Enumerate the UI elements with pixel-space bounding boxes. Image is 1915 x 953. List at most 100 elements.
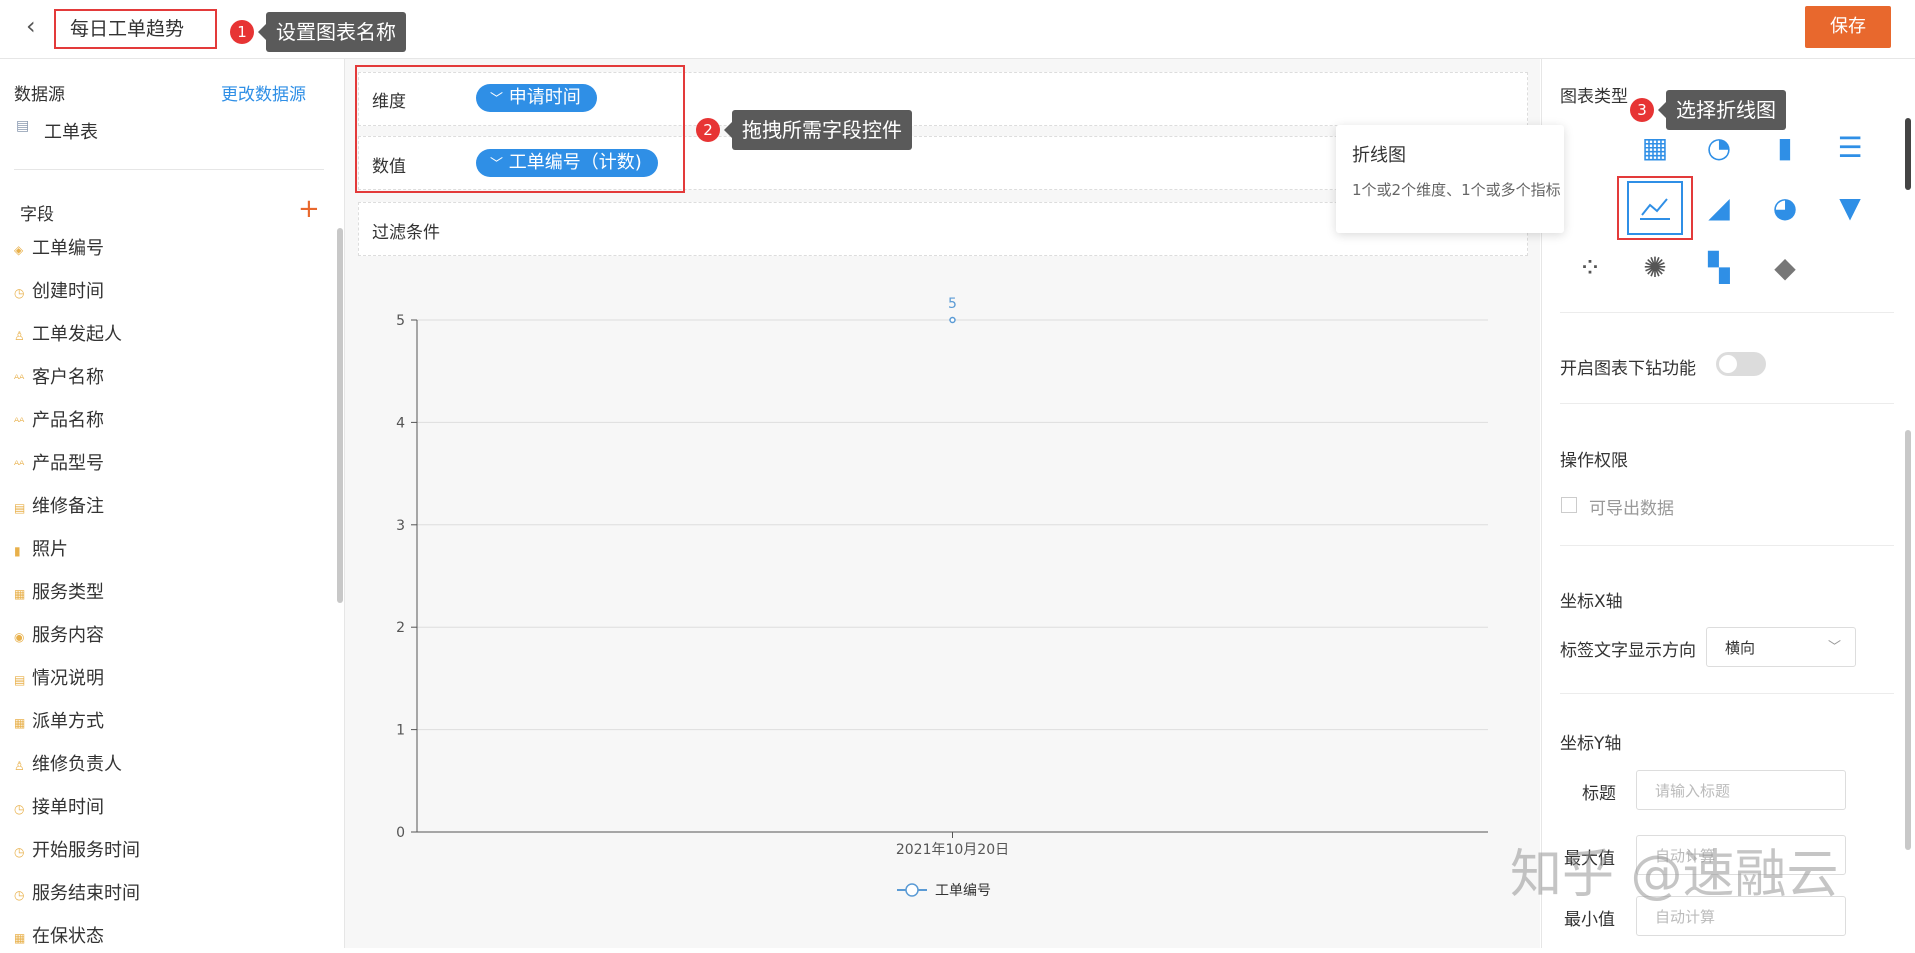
field-item[interactable]: ▦ 派单方式	[14, 707, 104, 737]
dimension-value: 申请时间	[508, 87, 581, 108]
chart-name-input[interactable]: 每日工单趋势	[54, 9, 217, 49]
field-label: 服务内容	[32, 625, 104, 646]
y-min-label: 最小值	[1564, 910, 1615, 930]
treemap-icon[interactable]: ▚	[1699, 248, 1739, 288]
step-badge-3: 3	[1630, 98, 1654, 122]
y-axis-ticks: 0 1 2 3 4 5	[396, 313, 417, 841]
change-datasource-link[interactable]: 更改数据源	[221, 80, 306, 105]
divider	[1560, 693, 1894, 694]
field-label: 创建时间	[32, 281, 104, 302]
y-tick-label: 3	[396, 518, 405, 534]
right-scrollbar[interactable]	[1905, 118, 1911, 190]
bar-chart-icon[interactable]: ▮	[1765, 128, 1805, 168]
line-chart: 0 1 2 3 4 5 2021年10月20日 5 工单编号	[396, 296, 1488, 899]
dimension-pill[interactable]: ﹀ 申请时间	[476, 84, 597, 112]
clock-icon: ◷	[14, 888, 25, 902]
field-item[interactable]: ▮ 照片	[14, 535, 68, 565]
field-item[interactable]: ▦ 服务类型	[14, 578, 104, 608]
chart-type-tooltip: 折线图 1个或2个维度、1个或多个指标	[1336, 125, 1564, 233]
export-checkbox[interactable]	[1561, 497, 1577, 513]
left-scrollbar[interactable]	[337, 228, 343, 603]
watermark: 知乎 @速融云	[1510, 845, 1839, 905]
legend-marker	[905, 883, 919, 897]
y-title-input[interactable]: 请输入标题	[1636, 770, 1846, 810]
y-tick-label: 4	[396, 415, 405, 431]
datasource-label: 数据源	[14, 85, 65, 105]
table-name[interactable]: 工单表	[44, 118, 98, 144]
field-item[interactable]: ᴬᴬ 产品型号	[14, 449, 104, 479]
divider	[14, 169, 324, 170]
measure-label: 数值	[372, 157, 406, 177]
field-item[interactable]: ▤ 维修备注	[14, 492, 104, 522]
field-item[interactable]: ▤ 情况说明	[14, 664, 104, 694]
measure-pill[interactable]: ﹀ 工单编号（计数)	[476, 149, 658, 177]
field-label: 维修负责人	[32, 754, 122, 775]
field-item[interactable]: ◷ 接单时间	[14, 793, 104, 823]
textarea-icon: ▤	[14, 673, 26, 687]
line-chart-icon[interactable]	[1627, 181, 1683, 235]
add-field-button[interactable]: +	[298, 194, 320, 224]
text-icon: ᴬᴬ	[14, 458, 25, 472]
measure-value: 工单编号（计数)	[508, 152, 642, 173]
field-label: 工单发起人	[32, 324, 122, 345]
serial-icon: ◈	[14, 243, 24, 257]
right-scrollbar-track[interactable]	[1905, 430, 1911, 850]
horizontal-bar-icon[interactable]: ☰	[1830, 128, 1870, 168]
field-item[interactable]: ◷ 创建时间	[14, 277, 104, 307]
radar-icon[interactable]: ✺	[1635, 248, 1675, 288]
field-item[interactable]: ᴬᴬ 产品名称	[14, 406, 104, 436]
table-icon[interactable]: ▦	[1635, 128, 1675, 168]
chart-legend[interactable]: 工单编号	[897, 883, 991, 899]
field-item[interactable]: ◈ 工单编号	[14, 234, 104, 264]
export-label[interactable]: 可导出数据	[1589, 494, 1674, 519]
save-button[interactable]: 保存	[1805, 6, 1891, 48]
data-label: 5	[948, 296, 957, 312]
funnel-icon[interactable]: ▼	[1830, 188, 1870, 228]
field-label: 服务结束时间	[32, 883, 140, 904]
label-direction-value: 横向	[1725, 639, 1756, 657]
field-item[interactable]: ♙ 维修负责人	[14, 750, 122, 780]
y-title-label: 标题	[1582, 784, 1616, 804]
data-point	[949, 316, 956, 324]
select-icon: ▦	[14, 931, 26, 945]
select-icon: ▦	[14, 716, 26, 730]
field-item[interactable]: ◷ 开始服务时间	[14, 836, 140, 866]
label-direction-label: 标签文字显示方向	[1560, 641, 1696, 661]
pie-chart-icon[interactable]: ◕	[1765, 188, 1805, 228]
field-label: 产品型号	[32, 453, 104, 474]
fields-label: 字段	[20, 205, 54, 225]
y-tick-label: 0	[396, 825, 405, 841]
field-label: 接单时间	[32, 797, 104, 818]
divider	[1560, 545, 1894, 546]
chevron-down-icon: ﹀	[1827, 640, 1841, 655]
divider	[1560, 403, 1894, 404]
field-item[interactable]: ◷ 服务结束时间	[14, 879, 140, 909]
tooltip-desc: 1个或2个维度、1个或多个指标	[1352, 181, 1561, 199]
area-chart-icon[interactable]: ◢	[1699, 188, 1739, 228]
tooltip-title: 折线图	[1352, 145, 1406, 166]
step-badge-2: 2	[696, 118, 720, 142]
toggle-knob	[1719, 355, 1737, 373]
field-label: 派单方式	[32, 711, 104, 732]
field-label: 照片	[32, 539, 68, 560]
clock-icon: ◷	[14, 802, 25, 816]
user-icon: ♙	[14, 329, 25, 343]
field-item[interactable]: ᴬᴬ 客户名称	[14, 363, 104, 393]
field-label: 工单编号	[32, 238, 104, 259]
y-tick-label: 2	[396, 620, 405, 636]
yaxis-label: 坐标Y轴	[1560, 734, 1622, 754]
label-direction-select[interactable]: 横向 ﹀	[1706, 627, 1856, 667]
select-icon: ▦	[14, 587, 26, 601]
drilldown-toggle[interactable]	[1716, 352, 1766, 376]
field-item[interactable]: ◉ 服务内容	[14, 621, 104, 651]
map-icon[interactable]: ◆	[1765, 248, 1805, 288]
gauge-icon[interactable]: ◔	[1699, 128, 1739, 168]
field-item[interactable]: ♙ 工单发起人	[14, 320, 122, 350]
scatter-icon[interactable]: ⁘	[1570, 248, 1610, 288]
step-badge-1: 1	[230, 20, 254, 44]
divider	[1560, 312, 1894, 313]
line-chart-glyph	[1640, 198, 1670, 220]
back-icon[interactable]: ‹	[26, 14, 46, 38]
xaxis-label: 坐标X轴	[1560, 592, 1623, 612]
field-label: 服务类型	[32, 582, 104, 603]
